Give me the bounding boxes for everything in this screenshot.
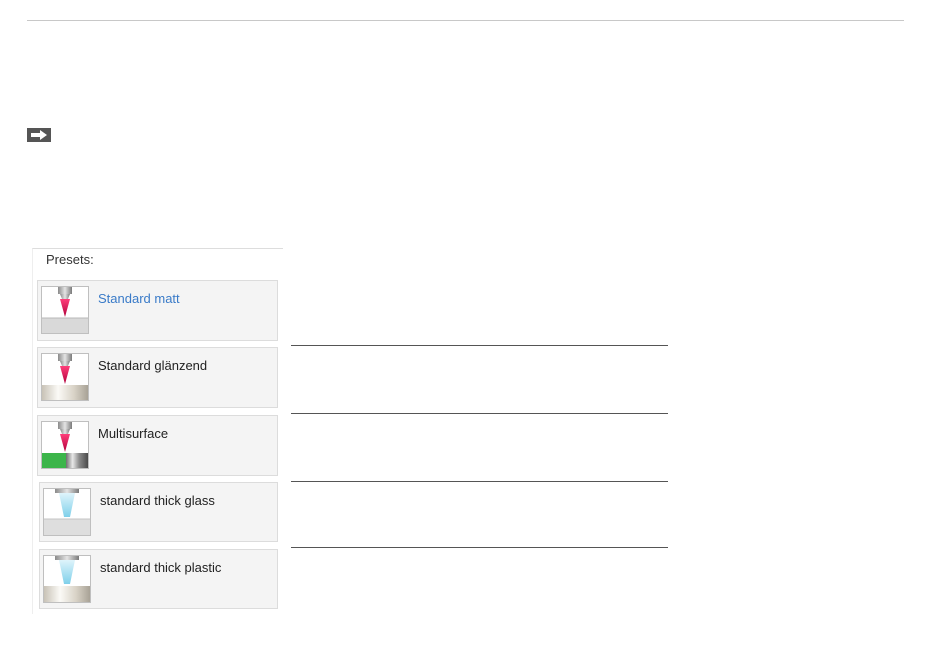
page: Presets: Standard matt Standard glänzend…	[0, 0, 950, 657]
sensor-multisurface-icon	[41, 421, 89, 469]
preset-label: Standard matt	[98, 291, 180, 306]
divider	[291, 345, 668, 346]
preset-label: Standard glänzend	[98, 358, 208, 373]
sensor-matt-icon	[41, 286, 89, 334]
preset-thick-plastic[interactable]: standard thick plastic	[39, 549, 278, 609]
preset-label: standard thick plastic	[100, 560, 222, 575]
divider	[291, 481, 668, 482]
divider	[291, 413, 668, 414]
preset-label: standard thick glass	[100, 493, 215, 508]
preset-standard-matt[interactable]: Standard matt	[37, 280, 278, 341]
arrow-right-icon[interactable]	[27, 128, 51, 142]
divider	[291, 547, 668, 548]
preset-multisurface[interactable]: Multisurface	[37, 415, 278, 476]
presets-title: Presets:	[46, 252, 94, 267]
sensor-thick-plastic-icon	[43, 555, 91, 603]
preset-label: Multisurface	[98, 426, 169, 441]
sensor-thick-glass-icon	[43, 488, 91, 536]
sensor-glossy-icon	[41, 353, 89, 401]
preset-thick-glass[interactable]: standard thick glass	[39, 482, 278, 542]
top-divider	[27, 20, 904, 21]
preset-standard-glossy[interactable]: Standard glänzend	[37, 347, 278, 408]
